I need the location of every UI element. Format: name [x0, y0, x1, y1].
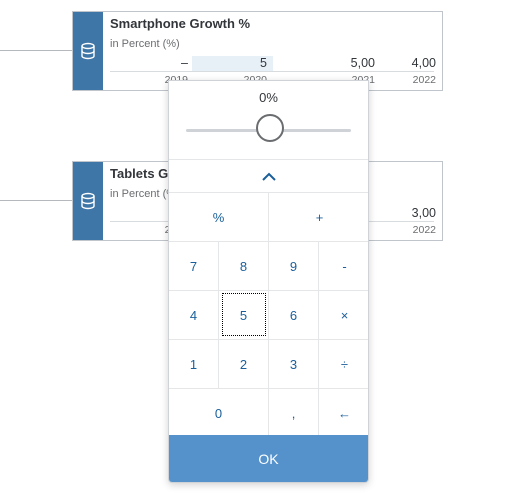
value-cell-2022[interactable]: 4,00: [375, 56, 436, 71]
key-9[interactable]: 9: [269, 241, 319, 290]
key-2[interactable]: 2: [219, 339, 269, 388]
card-unit: in Percent (%): [110, 38, 180, 50]
key-5[interactable]: 5: [219, 290, 269, 339]
key-3[interactable]: 3: [269, 339, 319, 388]
key-1[interactable]: 1: [169, 339, 219, 388]
key-backspace[interactable]: ←: [319, 388, 368, 437]
value-row: – 5 5,00 4,00: [110, 56, 436, 72]
ok-button[interactable]: OK: [169, 435, 368, 482]
card-band: [73, 12, 103, 90]
collapse-button[interactable]: [169, 159, 368, 193]
chevron-up-icon: [261, 172, 276, 181]
value-cell-2021[interactable]: 5,00: [273, 56, 375, 71]
year-label: 2022: [412, 224, 436, 236]
smartphone-growth-card[interactable]: Smartphone Growth % in Percent (%) – 5 5…: [72, 11, 443, 91]
calculator-popover: 0% % + 7 8 9 - 4 5 6 × 1 2 3 ÷ 0 , ← OK: [168, 80, 369, 483]
key-multiply[interactable]: ×: [319, 290, 368, 339]
percent-display: 0%: [259, 90, 278, 105]
slider-handle[interactable]: [255, 114, 284, 142]
key-7[interactable]: 7: [169, 241, 219, 290]
key-0[interactable]: 0: [169, 388, 269, 437]
card-band: [73, 162, 103, 240]
key-8[interactable]: 8: [219, 241, 269, 290]
key-6[interactable]: 6: [269, 290, 319, 339]
year-label: 2022: [412, 74, 436, 86]
card-title: Smartphone Growth %: [110, 16, 251, 31]
connector-line-1: [0, 50, 72, 51]
key-divide[interactable]: ÷: [319, 339, 368, 388]
key-plus[interactable]: +: [269, 192, 368, 241]
key-percent[interactable]: %: [169, 192, 269, 241]
key-4[interactable]: 4: [169, 290, 219, 339]
database-icon: [81, 42, 95, 60]
key-comma[interactable]: ,: [269, 388, 319, 437]
key-minus[interactable]: -: [319, 241, 368, 290]
value-cell-2020[interactable]: 5: [192, 56, 273, 71]
value-cell-2019[interactable]: –: [110, 56, 188, 71]
connector-line-2: [0, 200, 72, 201]
database-icon: [81, 192, 95, 210]
value-cell-2022[interactable]: 3,00: [375, 206, 436, 221]
